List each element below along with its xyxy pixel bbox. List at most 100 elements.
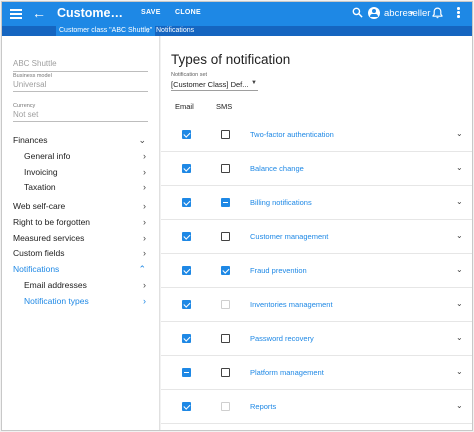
name-field[interactable]: ABC Shuttle bbox=[13, 58, 148, 72]
email-checkbox[interactable] bbox=[182, 334, 191, 343]
user-name[interactable]: abcreseller bbox=[384, 8, 430, 19]
notification-row: Reports ⌄ bbox=[161, 390, 472, 424]
sidebar-item-label: Notification types bbox=[24, 296, 89, 306]
chevron-down-icon[interactable]: ⌄ bbox=[456, 265, 463, 274]
more-vert-icon[interactable] bbox=[457, 7, 460, 19]
sms-checkbox[interactable] bbox=[221, 198, 230, 207]
bell-icon[interactable] bbox=[432, 7, 443, 19]
email-checkbox[interactable] bbox=[182, 368, 191, 377]
business-model-value: Universal bbox=[13, 80, 47, 89]
email-checkbox[interactable] bbox=[182, 402, 191, 411]
app-window: ← Customer class "ABC Shuttle" SAVE CLON… bbox=[1, 1, 473, 431]
chevron-down-icon[interactable]: ⌄ bbox=[456, 231, 463, 240]
sms-checkbox[interactable] bbox=[221, 266, 230, 275]
chevron-up-icon: ⌃ bbox=[138, 264, 146, 274]
sidebar-item-email-addresses[interactable]: Email addresses › bbox=[24, 278, 148, 292]
chevron-down-icon[interactable]: ⌄ bbox=[456, 333, 463, 342]
sidebar-item-label: Notifications bbox=[13, 264, 60, 274]
notification-row: Platform management ⌄ bbox=[161, 356, 472, 390]
dropdown-caret-icon[interactable]: ▼ bbox=[251, 80, 257, 86]
chevron-right-icon: › bbox=[143, 217, 146, 227]
notification-row: Customer management ⌄ bbox=[161, 220, 472, 254]
notification-type-label[interactable]: Reports bbox=[250, 402, 276, 411]
sms-checkbox[interactable] bbox=[221, 232, 230, 241]
sidebar: ABC Shuttle Business model Universal Cur… bbox=[2, 36, 160, 430]
app-bar: ← Customer class "ABC Shuttle" SAVE CLON… bbox=[2, 2, 472, 26]
sidebar-item-taxation[interactable]: Taxation › bbox=[24, 180, 148, 194]
notification-row: Inventories management ⌄ bbox=[161, 288, 472, 322]
clone-button[interactable]: CLONE bbox=[175, 9, 201, 16]
chevron-right-icon: › bbox=[143, 201, 146, 211]
page-title: Types of notification bbox=[171, 52, 291, 67]
currency-value: Not set bbox=[13, 110, 39, 119]
sidebar-item-label: Invoicing bbox=[24, 167, 58, 177]
name-field-value: ABC Shuttle bbox=[13, 59, 57, 68]
sidebar-item-label: Measured services bbox=[13, 233, 85, 243]
breadcrumb-separator-icon: › bbox=[147, 26, 150, 35]
user-menu-caret-icon[interactable]: ▾ bbox=[410, 9, 414, 17]
search-icon[interactable] bbox=[352, 7, 363, 18]
breadcrumb-item-customer-class[interactable]: Customer class "ABC Shuttle" bbox=[56, 25, 156, 36]
chevron-down-icon[interactable]: ⌄ bbox=[456, 401, 463, 410]
sidebar-item-general-info[interactable]: General info › bbox=[24, 149, 148, 163]
notification-type-label[interactable]: Fraud prevention bbox=[250, 266, 307, 275]
notification-type-label[interactable]: Balance change bbox=[250, 164, 304, 173]
notification-type-label[interactable]: Platform management bbox=[250, 368, 324, 377]
breadcrumb-item-notifications[interactable]: Notifications bbox=[156, 27, 194, 34]
chevron-right-icon: › bbox=[143, 167, 146, 177]
notification-type-label[interactable]: Password recovery bbox=[250, 334, 314, 343]
sidebar-item-label: Taxation bbox=[24, 182, 56, 192]
sidebar-item-custom-fields[interactable]: Custom fields › bbox=[13, 246, 148, 260]
chevron-down-icon[interactable]: ⌄ bbox=[456, 367, 463, 376]
chevron-right-icon: › bbox=[143, 248, 146, 258]
email-checkbox[interactable] bbox=[182, 164, 191, 173]
sidebar-item-label: General info bbox=[24, 151, 71, 161]
sidebar-item-invoicing[interactable]: Invoicing › bbox=[24, 165, 148, 179]
main-panel: Types of notification Notification set [… bbox=[161, 36, 472, 430]
sidebar-item-label: Finances bbox=[13, 135, 48, 145]
notification-set-label: Notification set bbox=[171, 72, 208, 78]
notification-row: Two-factor authentication ⌄ bbox=[161, 118, 472, 152]
chevron-right-icon: › bbox=[143, 280, 146, 290]
email-checkbox[interactable] bbox=[182, 232, 191, 241]
sidebar-item-measured-services[interactable]: Measured services › bbox=[13, 231, 148, 245]
chevron-right-icon: › bbox=[143, 182, 146, 192]
sms-checkbox[interactable] bbox=[221, 368, 230, 377]
notification-row: Fraud prevention ⌄ bbox=[161, 254, 472, 288]
sms-checkbox[interactable] bbox=[221, 130, 230, 139]
currency-field[interactable]: Currency Not set bbox=[13, 103, 148, 122]
email-checkbox[interactable] bbox=[182, 198, 191, 207]
notification-row: Billing notifications ⌄ bbox=[161, 186, 472, 220]
column-header-email: Email bbox=[175, 102, 194, 111]
business-model-field[interactable]: Business model Universal bbox=[13, 73, 148, 92]
notification-row: Password recovery ⌄ bbox=[161, 322, 472, 356]
menu-icon[interactable] bbox=[10, 7, 22, 21]
sidebar-item-notifications[interactable]: Notifications ⌃ bbox=[13, 262, 148, 276]
sidebar-item-label: Custom fields bbox=[13, 248, 65, 258]
sidebar-item-web-self-care[interactable]: Web self-care › bbox=[13, 199, 148, 213]
sms-checkbox[interactable] bbox=[221, 334, 230, 343]
chevron-down-icon[interactable]: ⌄ bbox=[456, 129, 463, 138]
row-divider bbox=[161, 423, 472, 424]
notification-set-select[interactable]: [Customer Class] Def... bbox=[171, 79, 258, 91]
notification-type-label[interactable]: Inventories management bbox=[250, 300, 333, 309]
email-checkbox[interactable] bbox=[182, 130, 191, 139]
notification-row: Balance change ⌄ bbox=[161, 152, 472, 186]
sms-checkbox bbox=[221, 300, 230, 309]
sidebar-item-finances[interactable]: Finances ⌄ bbox=[13, 133, 148, 147]
sms-checkbox[interactable] bbox=[221, 164, 230, 173]
notification-type-label[interactable]: Two-factor authentication bbox=[250, 130, 334, 139]
notification-type-label[interactable]: Customer management bbox=[250, 232, 328, 241]
back-arrow-icon[interactable]: ← bbox=[32, 5, 46, 21]
sidebar-item-notification-types[interactable]: Notification types › bbox=[24, 294, 148, 308]
email-checkbox[interactable] bbox=[182, 266, 191, 275]
account-icon[interactable] bbox=[368, 7, 380, 19]
notification-type-label[interactable]: Billing notifications bbox=[250, 198, 312, 207]
chevron-down-icon[interactable]: ⌄ bbox=[456, 197, 463, 206]
email-checkbox[interactable] bbox=[182, 300, 191, 309]
chevron-down-icon[interactable]: ⌄ bbox=[456, 163, 463, 172]
sidebar-item-right-to-be-forgotten[interactable]: Right to be forgotten › bbox=[13, 215, 148, 229]
column-header-sms: SMS bbox=[216, 102, 233, 111]
save-button[interactable]: SAVE bbox=[141, 9, 161, 16]
chevron-down-icon[interactable]: ⌄ bbox=[456, 299, 463, 308]
